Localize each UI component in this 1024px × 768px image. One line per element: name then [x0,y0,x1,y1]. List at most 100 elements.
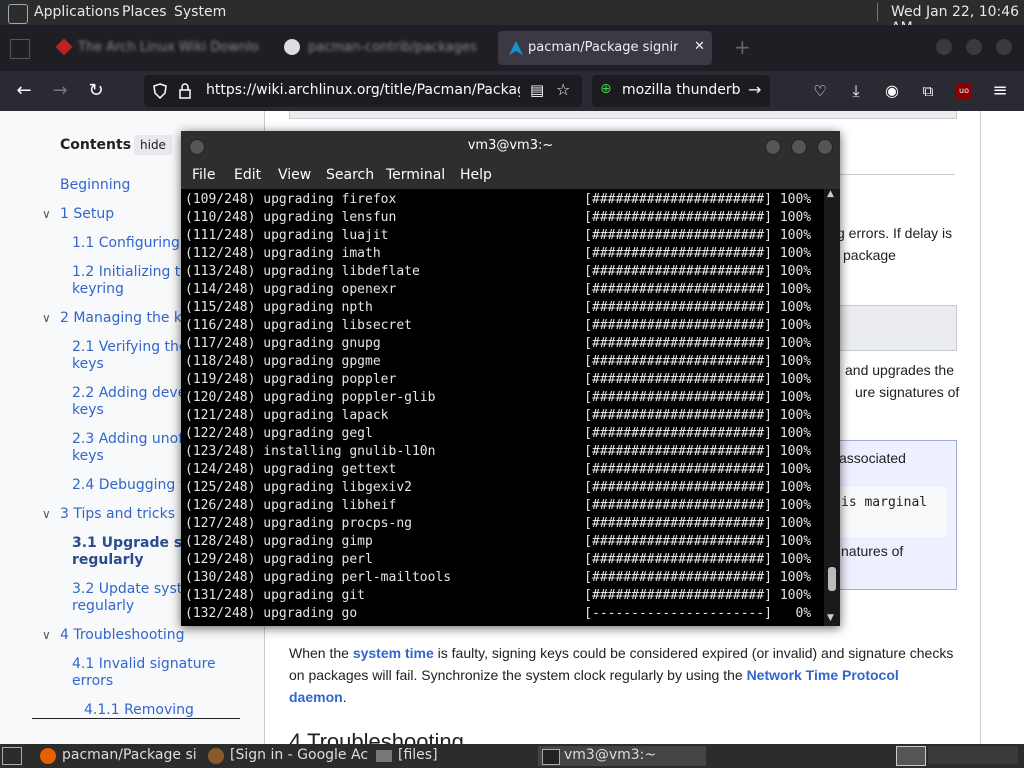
tab-active[interactable]: pacman/Package signing - A ✕ [498,31,712,65]
chevron-down-icon[interactable]: ∨ [42,207,51,221]
firefox-icon [208,748,224,764]
toc-item[interactable]: 2.4 Debugging w [72,477,191,494]
terminal-scrollbar[interactable]: ▲ ▼ [824,189,840,626]
taskbar-item[interactable]: [Sign in - Google Ac... [204,746,368,766]
chevron-down-icon[interactable]: ∨ [42,507,51,521]
show-desktop-icon[interactable] [2,747,22,765]
ublock-icon[interactable]: uo [956,83,972,99]
tab-title: pacman-contrib/packages [308,40,477,55]
close-window-icon[interactable] [996,39,1012,55]
menu-icon[interactable]: ≡ [988,79,1012,103]
toc-item[interactable]: 2.2 Adding develo [72,385,199,402]
toc-item[interactable]: 4.1 Invalid signature [72,656,216,673]
close-icon[interactable] [817,139,833,155]
bookmark-star-icon[interactable]: ☆ [556,80,570,99]
toc-item[interactable]: keys [72,402,104,419]
applications-menu-icon[interactable] [8,4,28,24]
lock-icon[interactable] [178,83,192,99]
search-engine-icon[interactable]: ⊕ [600,81,612,97]
toc-item[interactable]: 4 Troubleshooting [60,627,185,644]
pocket-icon[interactable]: ♡ [808,79,832,103]
toc-hide-button[interactable]: hide [134,135,172,155]
taskbar-item-label: [files] [398,747,438,763]
toc-item[interactable]: 3.2 Update syster [72,581,197,598]
tab-2[interactable]: pacman-contrib/packages [278,31,488,65]
toc-item[interactable]: keys [72,356,104,373]
close-tab-icon[interactable]: ✕ [694,39,705,54]
terminal-line: (131/248) upgrading git [###############… [185,588,812,603]
terminal-menubar: File Edit View Search Terminal Help [181,161,840,189]
taskbar-item[interactable]: [files] [372,746,532,766]
extensions-icon[interactable]: ⧉ [916,79,940,103]
toc-item[interactable]: 1.1 Configuring p [72,235,193,252]
toc-item[interactable]: 2.1 Verifying the [72,339,188,356]
workspace-switcher[interactable] [928,746,1018,764]
system-menu[interactable]: System [174,4,226,20]
scroll-up-icon[interactable]: ▲ [827,189,834,199]
terminal-window[interactable]: vm3@vm3:~ File Edit View Search Terminal… [181,131,840,626]
taskbar-item-label: vm3@vm3:~ [564,747,657,763]
toc-item[interactable]: 2 Managing the key [60,310,198,327]
search-bar[interactable]: ⊕ mozilla thunderbird → [592,75,770,107]
search-go-icon[interactable]: → [748,80,761,99]
toc-item[interactable]: errors [72,673,113,690]
minimize-icon[interactable] [765,139,781,155]
taskbar-item-active[interactable]: vm3@vm3:~ [538,746,706,766]
terminal-line: (119/248) upgrading poppler [###########… [185,372,812,387]
menu-help[interactable]: Help [460,167,492,183]
ntp-daemon-link[interactable]: daemon [289,689,343,705]
system-time-link[interactable]: system time [353,645,434,661]
toc-item[interactable]: 2.3 Adding unoffi [72,431,192,448]
taskbar-item-label: pacman/Package si... [62,747,196,763]
paragraph: When the system time is faulty, signing … [289,642,961,708]
places-menu[interactable]: Places [122,4,167,20]
toc-item[interactable]: 1 Setup [60,206,114,223]
account-icon[interactable]: ◉ [880,79,904,103]
terminal-line: (112/248) upgrading imath [#############… [185,246,812,261]
window-menu-icon[interactable] [189,139,205,155]
reload-icon[interactable]: ↻ [84,79,108,103]
search-input[interactable]: mozilla thunderbird [622,82,740,98]
menu-file[interactable]: File [192,167,215,183]
url-text[interactable]: https://wiki.archlinux.org/title/Pacman/… [206,82,520,98]
toc-item[interactable]: keyring [72,281,124,298]
tab-1[interactable]: The Arch Linux Wiki Download [48,31,268,65]
toc-item-current[interactable]: regularly [72,552,143,569]
minimize-window-icon[interactable] [936,39,952,55]
toc-item[interactable]: keys [72,448,104,465]
menu-edit[interactable]: Edit [234,167,261,183]
chevron-down-icon[interactable]: ∨ [42,628,51,642]
toc-item[interactable]: 3 Tips and tricks [60,506,175,523]
terminal-titlebar[interactable]: vm3@vm3:~ [181,131,840,161]
taskbar-item[interactable]: pacman/Package si... [36,746,196,766]
scroll-down-icon[interactable]: ▼ [827,613,834,623]
toc-item[interactable]: Beginning [60,177,130,194]
bottom-taskbar: pacman/Package si... [Sign in - Google A… [0,744,1024,768]
back-icon[interactable]: ← [12,79,36,103]
workspace-switcher-icon[interactable] [896,746,926,766]
maximize-icon[interactable] [791,139,807,155]
terminal-line: (130/248) upgrading perl-mailtools [####… [185,570,812,585]
terminal-output[interactable]: (109/248) upgrading firefox [###########… [181,189,824,626]
scrollbar-thumb[interactable] [828,567,836,591]
menu-search[interactable]: Search [326,167,374,183]
chevron-down-icon[interactable]: ∨ [42,311,51,325]
downloads-icon[interactable]: ⤓ [844,79,868,103]
arch-logo-icon [509,41,523,55]
tab-overview-icon[interactable] [10,39,30,59]
new-tab-icon[interactable]: + [734,35,751,59]
ntp-link[interactable]: Network Time Protocol [747,667,899,683]
menu-view[interactable]: View [278,167,311,183]
shield-icon[interactable] [152,83,168,99]
applications-menu[interactable]: Applications [34,4,120,20]
code-fragment: is marginal [841,495,928,510]
url-bar[interactable]: https://wiki.archlinux.org/title/Pacman/… [144,75,582,107]
toc-item[interactable]: 4.1.1 Removing [84,702,194,719]
terminal-line: (115/248) upgrading npth [##############… [185,300,812,315]
reader-view-icon[interactable]: ▤ [530,81,544,99]
forward-icon[interactable]: → [48,79,72,103]
toc-item[interactable]: regularly [72,598,134,615]
menu-terminal[interactable]: Terminal [386,167,445,183]
toc-item[interactable]: 1.2 Initializing the [72,264,198,281]
maximize-window-icon[interactable] [966,39,982,55]
